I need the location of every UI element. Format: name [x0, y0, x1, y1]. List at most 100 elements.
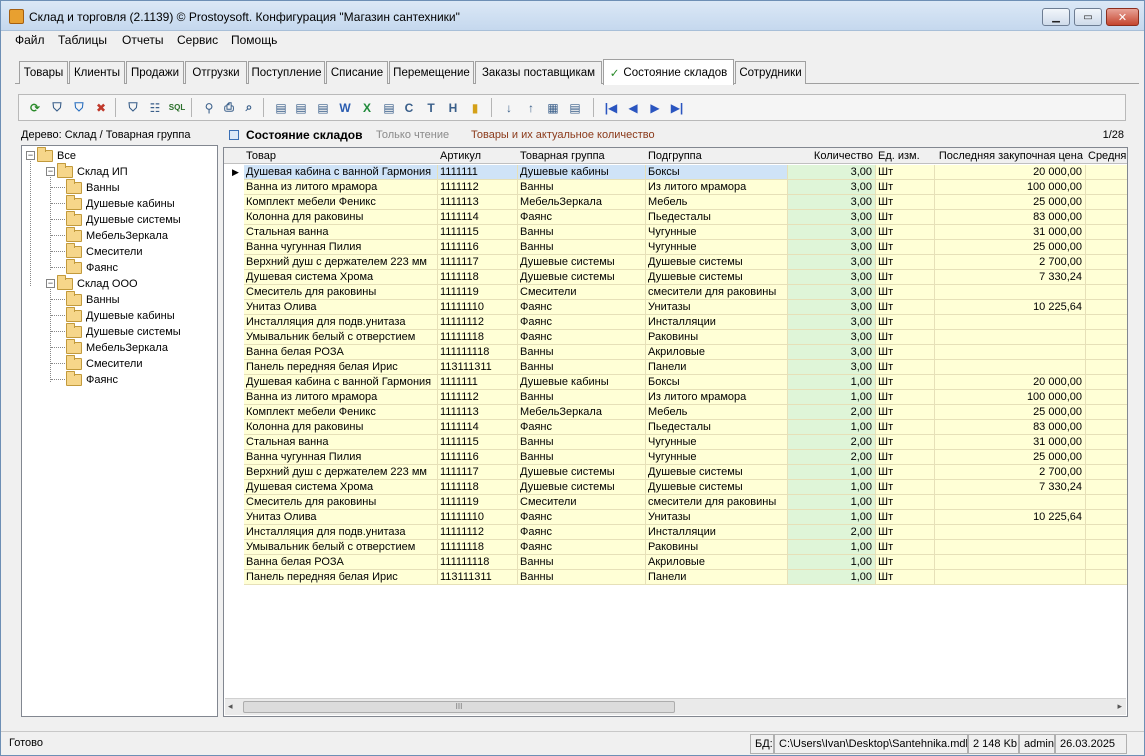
table-cell[interactable]: 1111111 [438, 375, 518, 390]
table-cell[interactable]: Душевые кабины [518, 375, 646, 390]
table-cell[interactable]: 3,00 [788, 330, 876, 345]
table-cell[interactable]: Душевая кабина с ванной Гармония [244, 375, 438, 390]
table-cell[interactable] [1086, 225, 1127, 240]
table-cell[interactable]: Шт [876, 315, 935, 330]
table-cell[interactable]: 1111116 [438, 240, 518, 255]
table-row[interactable]: Комплект мебели Феникс 1111113 МебельЗерка… [224, 405, 1127, 420]
menu-help[interactable]: Помощь [231, 33, 277, 47]
table-row[interactable]: Унитаз Олива 11111110 Фаянс Унитазы 3,00 Шт 10… [224, 300, 1127, 315]
table-cell[interactable] [1086, 315, 1127, 330]
table-cell[interactable]: Унитазы [646, 300, 788, 315]
table-cell[interactable]: Душевые системы [518, 270, 646, 285]
table-cell[interactable]: 3,00 [788, 195, 876, 210]
table-cell[interactable]: 113111311 [438, 570, 518, 585]
table-cell[interactable]: 1,00 [788, 495, 876, 510]
table-row[interactable]: Панель передняя белая Ирис 113111311 Ванны… [224, 570, 1127, 585]
table-cell[interactable]: Ванны [518, 450, 646, 465]
table-cell[interactable]: 1,00 [788, 375, 876, 390]
table-cell[interactable]: Шт [876, 270, 935, 285]
filter-remove-button[interactable]: ✖ [91, 98, 111, 117]
table-row[interactable]: Ванна белая РОЗА 111111118 Ванны Акриловые 3… [224, 345, 1127, 360]
table-cell[interactable] [1086, 240, 1127, 255]
tree-node-group[interactable]: Фаянс [66, 370, 118, 387]
export-txt-button[interactable]: T [421, 98, 441, 117]
table-cell[interactable]: Шт [876, 390, 935, 405]
table-cell[interactable]: 2,00 [788, 405, 876, 420]
table-cell[interactable]: Душевые системы [646, 465, 788, 480]
table-row[interactable]: Инсталляция для подв.унитаза 11111112 Фаян… [224, 525, 1127, 540]
table-cell[interactable] [935, 495, 1086, 510]
table-cell[interactable]: 1111119 [438, 495, 518, 510]
table-cell[interactable]: Шт [876, 450, 935, 465]
table-row[interactable]: Колонна для раковины 1111114 Фаянс Пьедеста… [224, 210, 1127, 225]
table-row[interactable]: Умывальник белый с отверстием 11111118 Фая… [224, 540, 1127, 555]
table-cell[interactable]: 100 000,00 [935, 180, 1086, 195]
table-cell[interactable]: Комплект мебели Феникс [244, 405, 438, 420]
table-cell[interactable]: Пьедесталы [646, 210, 788, 225]
menu-service[interactable]: Сервис [177, 33, 218, 47]
tree-node-group[interactable]: Ванны [66, 178, 120, 195]
table-cell[interactable]: Ванна из литого мрамора [244, 390, 438, 405]
table-cell[interactable]: 3,00 [788, 180, 876, 195]
table-cell[interactable]: 11111110 [438, 510, 518, 525]
table-cell[interactable]: Панель передняя белая Ирис [244, 570, 438, 585]
table-cell[interactable]: Шт [876, 300, 935, 315]
table-cell[interactable]: Шт [876, 180, 935, 195]
table-cell[interactable]: Ванна чугунная Пилия [244, 450, 438, 465]
table-cell[interactable]: Шт [876, 570, 935, 585]
export-button[interactable]: ▤ [379, 98, 399, 117]
export-button[interactable]: ▤ [291, 98, 311, 117]
table-cell[interactable] [1086, 255, 1127, 270]
table-cell[interactable]: Шт [876, 525, 935, 540]
table-cell[interactable]: Шт [876, 255, 935, 270]
table-cell[interactable]: МебельЗеркала [518, 405, 646, 420]
table-cell[interactable]: 20 000,00 [935, 375, 1086, 390]
table-cell[interactable]: Ванны [518, 345, 646, 360]
table-cell[interactable]: Из литого мрамора [646, 390, 788, 405]
tab-products[interactable]: Товары [19, 61, 68, 84]
table-cell[interactable]: Душевые системы [646, 270, 788, 285]
table-cell[interactable]: 31 000,00 [935, 225, 1086, 240]
table-row[interactable]: Панель передняя белая Ирис 113111311 Ванны… [224, 360, 1127, 375]
table-cell[interactable]: МебельЗеркала [518, 195, 646, 210]
table-cell[interactable]: 1,00 [788, 465, 876, 480]
column-header[interactable]: Артикул [438, 148, 518, 164]
table-cell[interactable]: 1111119 [438, 285, 518, 300]
data-grid[interactable]: Товар Артикул Товарная группа Подгруппа Коли… [223, 147, 1128, 717]
table-cell[interactable]: 100 000,00 [935, 390, 1086, 405]
table-cell[interactable]: 1111115 [438, 225, 518, 240]
table-cell[interactable]: Душевая система Хрома [244, 270, 438, 285]
table-cell[interactable]: Ванны [518, 225, 646, 240]
tab-sales[interactable]: Продажи [126, 61, 184, 84]
table-cell[interactable]: Шт [876, 345, 935, 360]
table-cell[interactable] [1086, 390, 1127, 405]
table-row[interactable]: Комплект мебели Феникс 1111113 МебельЗерка… [224, 195, 1127, 210]
table-row[interactable]: Колонна для раковины 1111114 Фаянс Пьедеста… [224, 420, 1127, 435]
table-cell[interactable] [935, 330, 1086, 345]
table-cell[interactable]: 1111116 [438, 450, 518, 465]
table-row[interactable]: Ванна из литого мрамора 1111112 Ванны Из ли… [224, 180, 1127, 195]
find-button[interactable]: ⚲ [199, 98, 219, 117]
table-cell[interactable]: Шт [876, 510, 935, 525]
table-cell[interactable]: Шт [876, 420, 935, 435]
table-cell[interactable]: Шт [876, 405, 935, 420]
table-cell[interactable]: Ванны [518, 555, 646, 570]
tree-node-warehouse-ooo[interactable]: − Склад ООО [46, 274, 138, 291]
table-cell[interactable]: Душевые системы [518, 465, 646, 480]
table-row[interactable]: Ванна чугунная Пилия 1111116 Ванны Чугунные… [224, 240, 1127, 255]
table-cell[interactable] [935, 570, 1086, 585]
table-cell[interactable] [1086, 360, 1127, 375]
table-cell[interactable]: 7 330,24 [935, 480, 1086, 495]
table-cell[interactable]: Шт [876, 480, 935, 495]
table-cell[interactable]: Чугунные [646, 240, 788, 255]
table-cell[interactable]: Ванна белая РОЗА [244, 345, 438, 360]
table-cell[interactable]: 25 000,00 [935, 240, 1086, 255]
tree-node-group[interactable]: Душевые системы [66, 322, 181, 339]
tab-employees[interactable]: Сотрудники [735, 61, 806, 84]
table-cell[interactable]: смесители для раковины [646, 495, 788, 510]
table-cell[interactable] [1086, 435, 1127, 450]
table-cell[interactable]: Верхний душ с держателем 223 мм [244, 255, 438, 270]
tree-node-group[interactable]: Смесители [66, 354, 143, 371]
table-cell[interactable]: 3,00 [788, 315, 876, 330]
table-cell[interactable]: Акриловые [646, 345, 788, 360]
